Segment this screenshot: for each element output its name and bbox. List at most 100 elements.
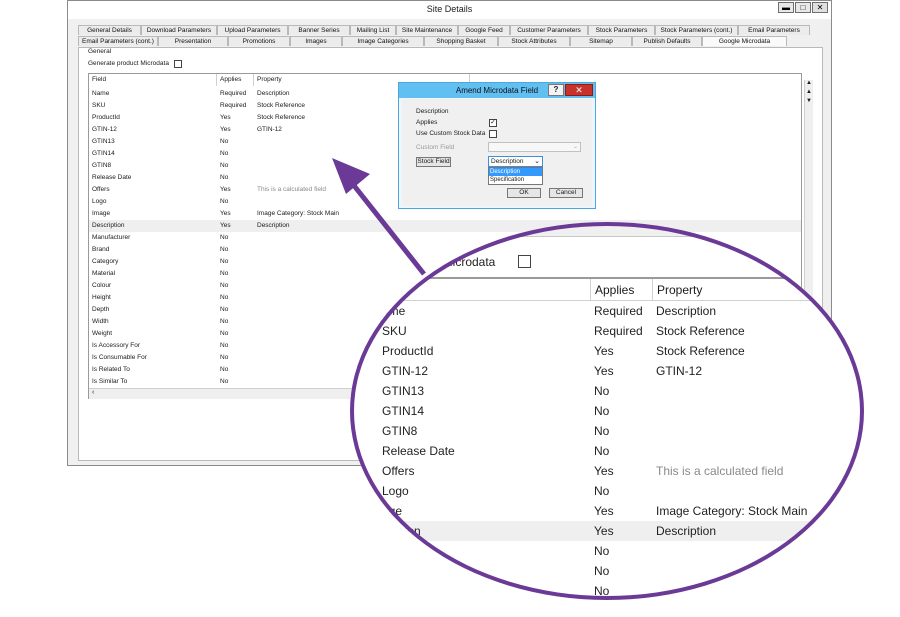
cell-field: Description xyxy=(92,222,125,229)
dialog-body: Description Applies ✓ Use Custom Stock D… xyxy=(402,99,592,206)
cell-applies: No xyxy=(220,342,229,349)
cell-field: Is Related To xyxy=(92,366,130,373)
dialog-close-button[interactable]: ✕ xyxy=(565,84,593,96)
tab-stock-parameters-cont[interactable]: Stock Parameters (cont.) xyxy=(655,25,738,35)
tab-shopping-basket[interactable]: Shopping Basket xyxy=(424,36,498,46)
cell-field: Manufacturer xyxy=(92,234,131,241)
tab-publish-defaults[interactable]: Publish Defaults xyxy=(632,36,702,46)
cell-applies: No xyxy=(220,198,229,205)
close-button[interactable]: ✕ xyxy=(812,2,828,13)
generate-microdata-checkbox[interactable] xyxy=(174,60,182,68)
cell-field: Is Similar To xyxy=(92,378,128,385)
cell-applies: Required xyxy=(220,90,247,97)
grid-header-field[interactable]: Field xyxy=(89,74,217,86)
stock-field-select[interactable]: Description ⌄ xyxy=(488,156,543,167)
scroll-left-icon[interactable]: ‹ xyxy=(92,389,94,396)
cell-property: Stock Reference xyxy=(257,102,306,109)
cell-applies: No xyxy=(220,246,229,253)
tab-sitemap[interactable]: Sitemap xyxy=(570,36,632,46)
cell-applies: No xyxy=(220,354,229,361)
tab-customer-parameters[interactable]: Customer Parameters xyxy=(510,25,588,35)
cell-applies: No xyxy=(220,258,229,265)
cancel-button[interactable]: Cancel xyxy=(549,188,583,198)
cell-property: Description xyxy=(257,90,290,97)
tab-images[interactable]: Images xyxy=(290,36,342,46)
cell-field: GTIN14 xyxy=(92,150,115,157)
help-button[interactable]: ? xyxy=(548,84,564,96)
custom-field-dropdown[interactable]: ⌄ xyxy=(488,142,581,152)
cell-applies: No xyxy=(220,150,229,157)
generate-microdata-label: Generate product Microdata xyxy=(88,60,169,67)
cell-applies: No xyxy=(220,294,229,301)
cell-applies: No xyxy=(220,138,229,145)
cell-field: Offers xyxy=(92,186,110,193)
cell-applies: No xyxy=(220,318,229,325)
cell-applies: Yes xyxy=(220,186,231,193)
tab-mailing-list[interactable]: Mailing List xyxy=(350,25,396,35)
cell-field: Weight xyxy=(92,330,113,337)
tab-upload-parameters[interactable]: Upload Parameters xyxy=(217,25,288,35)
cell-field: SKU xyxy=(92,102,106,109)
cell-applies: Required xyxy=(220,102,247,109)
cell-field: GTIN-12 xyxy=(92,126,117,133)
arrow-head xyxy=(332,158,370,194)
tab-image-categories[interactable]: Image Categories xyxy=(342,36,424,46)
option-specification[interactable]: Specification xyxy=(489,176,542,184)
cell-field: Name xyxy=(92,90,110,97)
tab-stock-parameters[interactable]: Stock Parameters xyxy=(588,25,655,35)
chevron-down-icon: ⌄ xyxy=(534,158,540,165)
cell-property: This is a calculated field xyxy=(257,186,327,193)
tab-banner-series[interactable]: Banner Series xyxy=(288,25,350,35)
cell-field: Colour xyxy=(92,282,112,289)
cell-field: Release Date xyxy=(92,174,132,181)
tab-row-1: General Details Download Parameters Upload… xyxy=(78,25,823,36)
cell-property: GTIN-12 xyxy=(257,126,282,133)
dialog-title-bar: Amend Microdata Field ? ✕ xyxy=(399,83,595,98)
cell-applies: No xyxy=(220,174,229,181)
ok-button[interactable]: OK xyxy=(507,188,541,198)
cell-applies: No xyxy=(220,270,229,277)
window-title: Site Details xyxy=(426,4,473,14)
tab-general-details[interactable]: General Details xyxy=(78,25,141,35)
table-row[interactable]: Image Yes Image Category: Stock Main xyxy=(89,208,801,220)
cell-applies: No xyxy=(220,330,229,337)
zoom-cell-field: er xyxy=(382,544,393,558)
stock-field-value: Description xyxy=(491,158,524,165)
minimize-button[interactable]: ▬ xyxy=(778,2,794,13)
applies-checkbox[interactable]: ✓ xyxy=(489,119,497,127)
tab-promotions[interactable]: Promotions xyxy=(228,36,290,46)
grid-header-applies[interactable]: Applies xyxy=(217,74,254,86)
scroll-down-icon[interactable]: ▼ xyxy=(805,98,813,106)
option-description[interactable]: Description xyxy=(489,168,542,176)
cell-field: GTIN13 xyxy=(92,138,115,145)
magnifier-ring xyxy=(350,222,864,600)
tab-row-2: Email Parameters (cont.) Presentation Prom… xyxy=(78,36,823,47)
applies-label: Applies xyxy=(416,119,438,126)
tab-google-microdata[interactable]: Google Microdata xyxy=(702,36,787,46)
cell-field: Material xyxy=(92,270,116,277)
cell-property: Description xyxy=(257,222,290,229)
cell-field: Height xyxy=(92,294,111,301)
cell-applies: No xyxy=(220,366,229,373)
cell-field: Width xyxy=(92,318,109,325)
cell-applies: Yes xyxy=(220,210,231,217)
cell-applies: Yes xyxy=(220,222,231,229)
tab-stock-attributes[interactable]: Stock Attributes xyxy=(498,36,570,46)
tab-email-parameters[interactable]: Email Parameters xyxy=(738,25,810,35)
cell-field: Depth xyxy=(92,306,110,313)
scroll-top-icon[interactable]: ▲ xyxy=(805,80,813,88)
maximize-button[interactable]: □ xyxy=(795,2,811,13)
title-bar: Site Details ▬ □ ✕ xyxy=(68,1,831,19)
cell-applies: No xyxy=(220,306,229,313)
cell-property: Stock Reference xyxy=(257,114,306,121)
stock-field-options: Description Specification xyxy=(488,167,543,185)
cell-applies: Yes xyxy=(220,126,231,133)
tab-google-feed[interactable]: Google Feed xyxy=(458,25,510,35)
tab-presentation[interactable]: Presentation xyxy=(158,36,228,46)
custom-stock-data-checkbox[interactable] xyxy=(489,130,497,138)
scroll-up-icon[interactable]: ▲ xyxy=(805,89,813,97)
tab-site-maintenance[interactable]: Site Maintenance xyxy=(396,25,458,35)
tab-email-parameters-cont[interactable]: Email Parameters (cont.) xyxy=(78,36,158,46)
tab-download-parameters[interactable]: Download Parameters xyxy=(141,25,217,35)
chevron-down-icon: ⌄ xyxy=(572,144,578,150)
